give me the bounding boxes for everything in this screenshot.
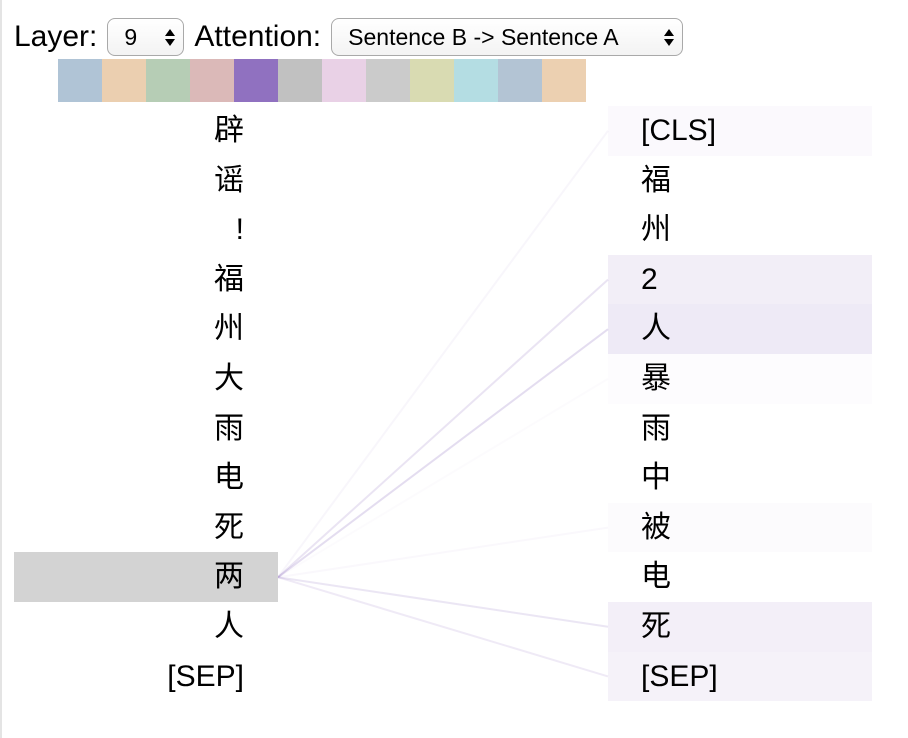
right-token[interactable]: 州 bbox=[608, 205, 872, 255]
head-swatch[interactable] bbox=[410, 59, 454, 102]
controls-bar: Layer: 9 Attention: Sentence B -> Senten… bbox=[14, 16, 684, 58]
right-token[interactable]: 暴 bbox=[608, 354, 872, 404]
head-swatch[interactable] bbox=[542, 59, 586, 102]
attention-line bbox=[278, 428, 608, 577]
right-token[interactable]: 电 bbox=[608, 552, 872, 602]
left-token[interactable]: 人 bbox=[14, 602, 278, 652]
left-token[interactable]: 电 bbox=[14, 453, 278, 503]
select-arrows-icon bbox=[165, 28, 176, 46]
attention-label: Attention: bbox=[194, 20, 322, 53]
page-left-border bbox=[0, 0, 2, 738]
head-swatch[interactable] bbox=[322, 59, 366, 102]
head-swatch[interactable] bbox=[234, 59, 278, 102]
left-token-column: 辟谣! 福州大雨电死两人 [SEP] bbox=[14, 106, 278, 701]
attention-line bbox=[277, 526, 609, 579]
head-swatch[interactable] bbox=[498, 59, 542, 102]
attention-line bbox=[277, 278, 609, 578]
head-swatch[interactable] bbox=[146, 59, 190, 102]
left-token[interactable]: 雨 bbox=[14, 404, 278, 454]
right-token[interactable]: 2 bbox=[608, 254, 872, 305]
attention-line bbox=[277, 576, 609, 678]
attention-line bbox=[277, 130, 609, 578]
attention-line bbox=[278, 478, 608, 577]
left-token[interactable]: [SEP] bbox=[14, 652, 278, 702]
attention-head-swatches bbox=[58, 59, 586, 102]
left-token[interactable]: ! bbox=[14, 205, 278, 255]
left-token[interactable]: 辟 bbox=[14, 106, 278, 156]
right-token[interactable]: 福 bbox=[608, 156, 872, 206]
right-token-column: [CLS] 福州 2 人暴雨中被电死 [SEP] bbox=[608, 106, 872, 702]
layer-select-value: 9 bbox=[124, 23, 138, 50]
attention-line bbox=[278, 379, 608, 577]
right-token[interactable]: [SEP] bbox=[608, 651, 872, 702]
head-swatch[interactable] bbox=[366, 59, 410, 102]
right-token[interactable]: 雨 bbox=[608, 404, 872, 454]
select-arrows-icon bbox=[664, 28, 675, 46]
left-token[interactable]: 州 bbox=[14, 304, 278, 354]
left-token[interactable]: 福 bbox=[14, 255, 278, 305]
attention-line bbox=[278, 180, 608, 577]
left-token[interactable]: 死 bbox=[14, 503, 278, 553]
right-token[interactable]: [CLS] bbox=[608, 106, 872, 156]
layer-select[interactable]: 9 bbox=[107, 18, 185, 56]
right-token[interactable]: 被 bbox=[608, 503, 872, 553]
head-swatch[interactable] bbox=[190, 59, 234, 102]
attention-line bbox=[277, 328, 609, 578]
head-swatch[interactable] bbox=[58, 59, 102, 102]
head-swatch[interactable] bbox=[102, 59, 146, 102]
attention-select-value: Sentence B -> Sentence A bbox=[348, 23, 619, 50]
left-token[interactable]: 谣 bbox=[14, 156, 278, 206]
attention-line bbox=[277, 576, 609, 628]
attention-select[interactable]: Sentence B -> Sentence A bbox=[331, 18, 684, 56]
head-swatch[interactable] bbox=[454, 59, 498, 102]
right-token[interactable]: 死 bbox=[608, 601, 872, 652]
layer-label: Layer: bbox=[14, 20, 98, 53]
attention-line bbox=[278, 230, 608, 577]
right-token[interactable]: 人 bbox=[608, 304, 872, 354]
left-token[interactable]: 两 bbox=[14, 552, 278, 602]
left-token[interactable]: 大 bbox=[14, 354, 278, 404]
head-swatch[interactable] bbox=[278, 59, 322, 102]
right-token[interactable]: 中 bbox=[608, 453, 872, 503]
